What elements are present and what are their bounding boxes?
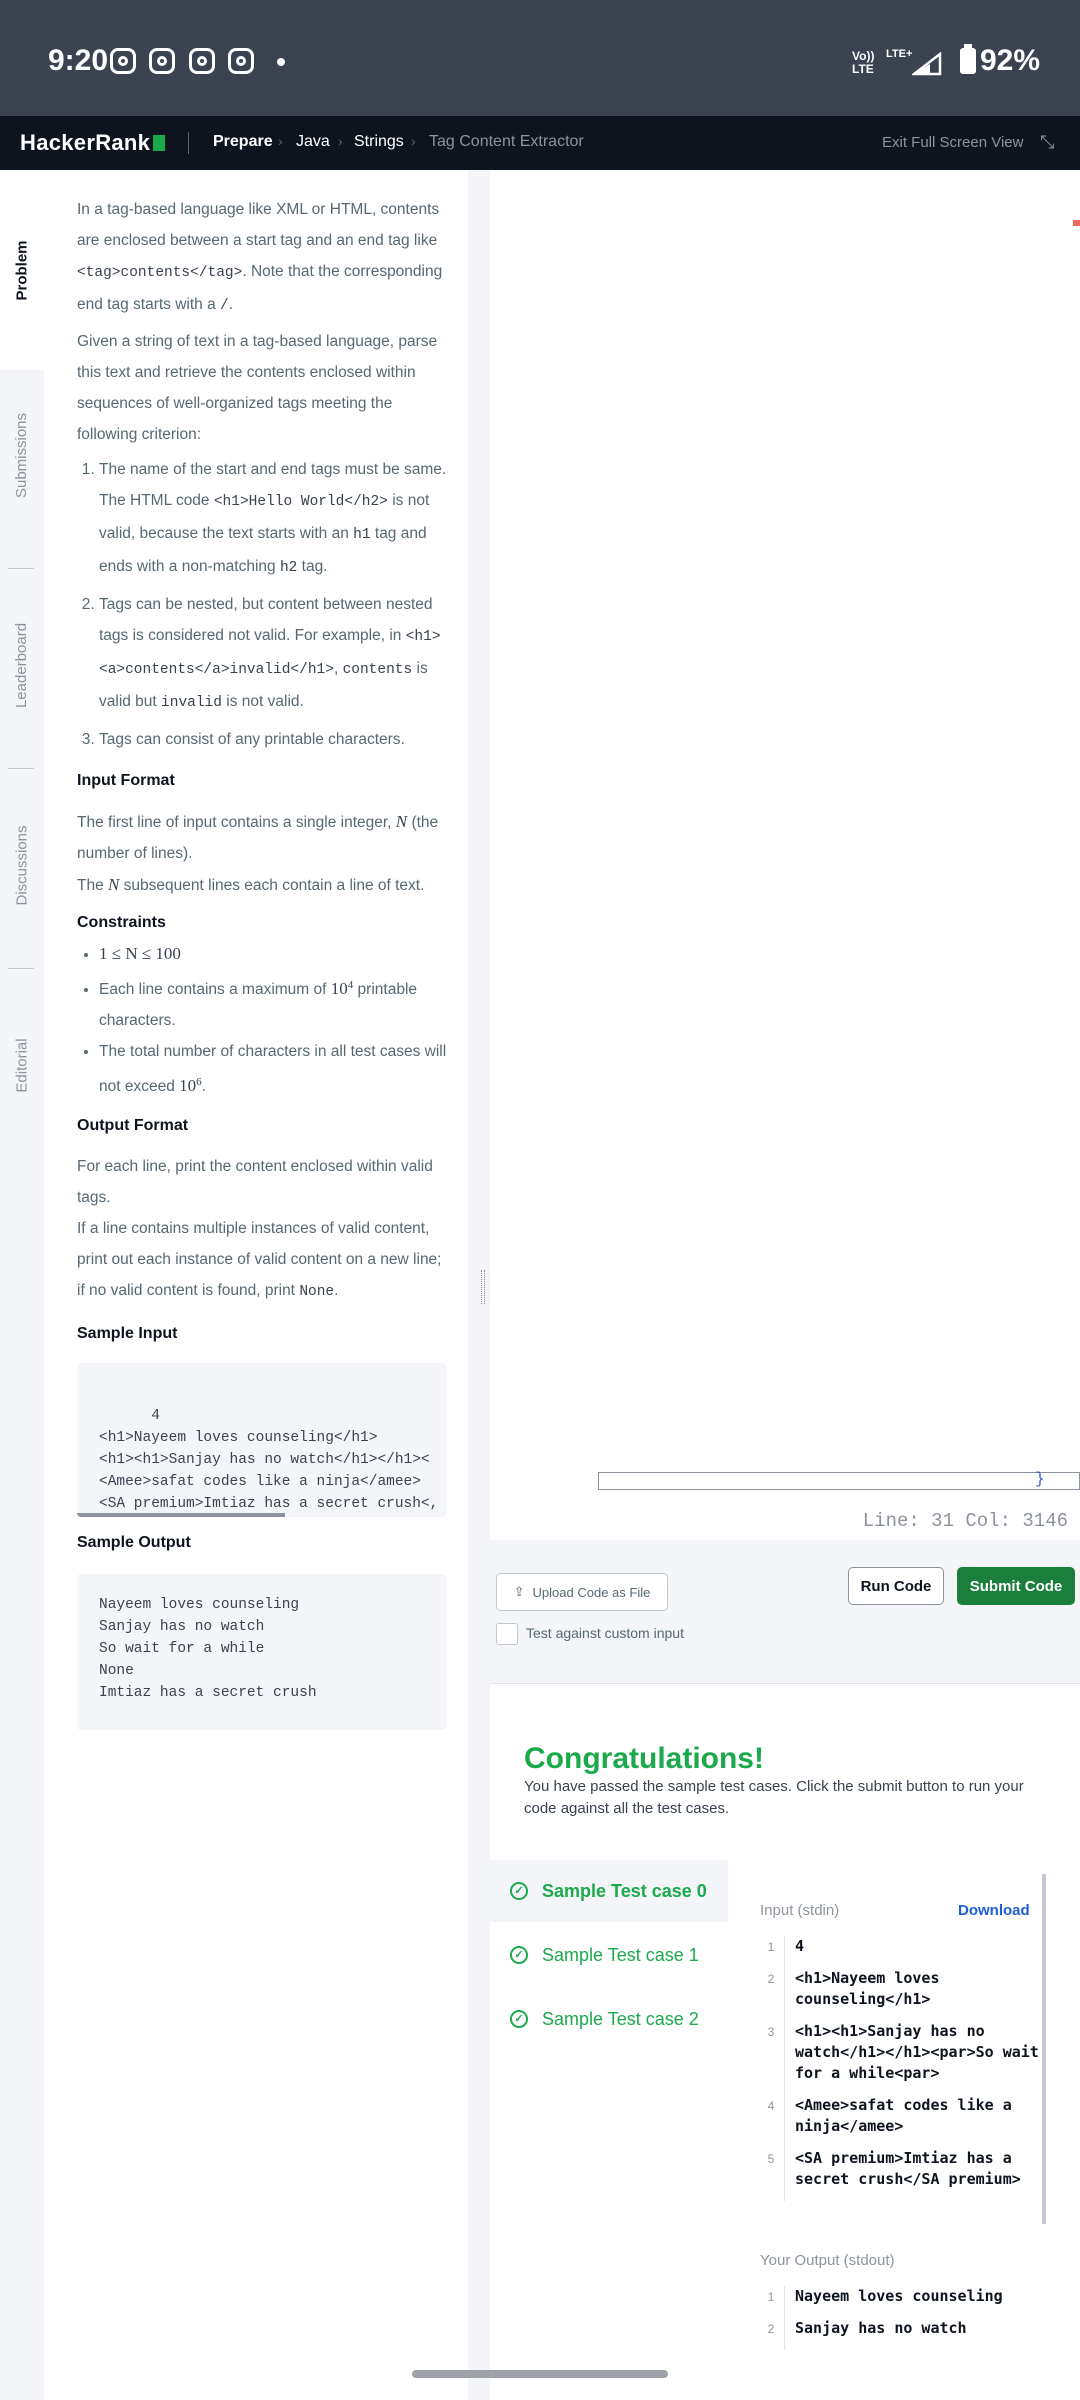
battery-icon: [960, 44, 976, 74]
top-nav: HackerRank Prepare › Java › Strings › Ta…: [0, 116, 1080, 170]
input-label: Input (stdin): [760, 1902, 840, 1919]
result-message: You have passed the sample test cases. C…: [524, 1778, 1024, 1817]
constraint-item: 1 ≤ N ≤ 100: [99, 938, 447, 970]
signal-icon: [912, 52, 942, 76]
chevron-right-icon: ›: [338, 133, 343, 149]
chevron-right-icon: ›: [278, 133, 283, 149]
output-format-heading: Output Format: [77, 1117, 189, 1135]
error-marker: [1073, 220, 1080, 226]
tab-divider: [8, 768, 34, 769]
criterion-item: Tags can consist of any printable charac…: [99, 724, 447, 755]
collapse-icon[interactable]: ⤡: [1040, 132, 1054, 153]
editor-horizontal-scrollbar[interactable]: [598, 1472, 1080, 1490]
output-format-line: If a line contains multiple instances of…: [77, 1220, 442, 1301]
code-closing-brace: }: [1035, 1470, 1045, 1488]
input-line: 3 <h1><h1>Sanjay has no watch</h1></h1><p…: [758, 2021, 1054, 2095]
output-line: 1 Nayeem loves counseling: [758, 2286, 1054, 2318]
breadcrumb-strings[interactable]: Strings: [354, 133, 404, 151]
instagram-notification-icon: [228, 48, 254, 74]
volte-indicator: Vo)) LTE: [852, 49, 875, 76]
hackerrank-logo[interactable]: HackerRank: [20, 130, 166, 156]
check-circle-icon: ✓: [510, 1882, 528, 1900]
check-circle-icon: ✓: [510, 2010, 528, 2028]
output-lines: 1 Nayeem loves counseling 2 Sanjay has no …: [758, 2286, 1054, 2350]
sample-input-block: 4 <h1>Nayeem loves counseling</h1> <h1><…: [77, 1363, 447, 1518]
custom-input-label: Test against custom input: [526, 1625, 684, 1641]
home-indicator[interactable]: [412, 2370, 668, 2378]
check-circle-icon: ✓: [510, 1946, 528, 1964]
output-format-line: For each line, print the content enclose…: [77, 1158, 433, 1207]
tab-problem[interactable]: Problem: [0, 170, 44, 370]
criterion-item: The name of the start and end tags must …: [99, 454, 447, 584]
drag-handle-icon[interactable]: [481, 1270, 485, 1304]
tab-leaderboard[interactable]: Leaderboard: [0, 580, 44, 750]
lte-plus-indicator: LTE+: [886, 48, 913, 60]
clock: 9:20: [48, 44, 109, 77]
instagram-notification-icon: [149, 48, 175, 74]
download-link[interactable]: Download: [958, 1902, 1030, 1919]
header-divider: [188, 132, 189, 154]
code-editor[interactable]: } Line: 31 Col: 3146: [490, 170, 1080, 1540]
cursor-position: Line: 31 Col: 3146: [862, 1510, 1068, 1532]
more-notifications-dot: [277, 58, 285, 66]
horizontal-scrollbar[interactable]: [77, 1513, 285, 1518]
tab-sample-test-case-2[interactable]: ✓ Sample Test case 2: [490, 1988, 728, 2050]
custom-input-checkbox[interactable]: [496, 1623, 518, 1645]
input-line: 4 <Amee>safat codes like a ninja</amee>: [758, 2095, 1054, 2148]
instagram-notification-icon: [189, 48, 215, 74]
tab-sample-test-case-0[interactable]: ✓ Sample Test case 0: [490, 1860, 728, 1922]
breadcrumb-current: Tag Content Extractor: [429, 133, 584, 150]
input-format-line: The N subsequent lines each contain a li…: [77, 875, 425, 894]
sample-output-heading: Sample Output: [77, 1534, 191, 1552]
problem-statement-panel: In a tag-based language like XML or HTML…: [44, 170, 468, 2400]
submit-code-button[interactable]: Submit Code: [957, 1567, 1075, 1605]
breadcrumb-prepare[interactable]: Prepare: [213, 133, 273, 151]
chevron-right-icon: ›: [411, 133, 416, 149]
output-label: Your Output (stdout): [760, 2252, 895, 2269]
sample-output-block: Nayeem loves counseling Sanjay has no wa…: [77, 1574, 447, 1731]
battery-percent: 92%: [980, 44, 1041, 77]
results-panel: Congratulations! You have passed the sam…: [490, 1683, 1080, 2400]
constraints-heading: Constraints: [77, 914, 166, 931]
sample-input-heading: Sample Input: [77, 1325, 178, 1343]
input-line: 2 <h1>Nayeem loves counseling</h1>: [758, 1968, 1054, 2021]
side-tabs: Problem Submissions Leaderboard Discussi…: [0, 170, 44, 2400]
constraint-item: Each line contains a maximum of 104 prin…: [99, 970, 447, 1036]
input-lines: 14 2 <h1>Nayeem loves counseling</h1> 3 <h…: [758, 1936, 1054, 2201]
intro-paragraph: In a tag-based language like XML or HTML…: [77, 201, 443, 314]
tab-sample-test-case-1[interactable]: ✓ Sample Test case 1: [490, 1924, 728, 1986]
tab-divider: [8, 568, 34, 569]
task-paragraph: Given a string of text in a tag-based la…: [77, 333, 438, 443]
upload-code-button[interactable]: ⇪ Upload Code as File: [496, 1573, 668, 1611]
criteria-list: The name of the start and end tags must …: [77, 454, 447, 755]
input-format-line: The first line of input contains a singl…: [77, 812, 439, 862]
input-line: 14: [758, 1936, 1054, 1968]
tab-editorial[interactable]: Editorial: [0, 980, 44, 1150]
upload-icon: ⇪: [513, 1584, 525, 1599]
status-bar: 9:20 Vo)) LTE LTE+ 92%: [0, 0, 1080, 116]
breadcrumb-java[interactable]: Java: [296, 133, 330, 151]
instagram-notification-icon: [110, 48, 136, 74]
panel-splitter[interactable]: [468, 170, 490, 2400]
input-format-heading: Input Format: [77, 772, 175, 789]
input-line: 5 <SA premium>Imtiaz has a secret crush</…: [758, 2148, 1054, 2201]
tab-divider: [8, 968, 34, 969]
tab-submissions[interactable]: Submissions: [0, 370, 44, 540]
tab-discussions[interactable]: Discussions: [0, 780, 44, 950]
run-code-button[interactable]: Run Code: [848, 1567, 944, 1605]
output-line: 2 Sanjay has no watch: [758, 2318, 1054, 2350]
result-title: Congratulations!: [524, 1742, 764, 1775]
constraint-item: The total number of characters in all te…: [99, 1036, 447, 1102]
criterion-item: Tags can be nested, but content between …: [99, 589, 447, 719]
constraints-list: 1 ≤ N ≤ 100 Each line contains a maximum…: [77, 938, 447, 1102]
exit-full-screen-link[interactable]: Exit Full Screen View: [882, 134, 1023, 151]
